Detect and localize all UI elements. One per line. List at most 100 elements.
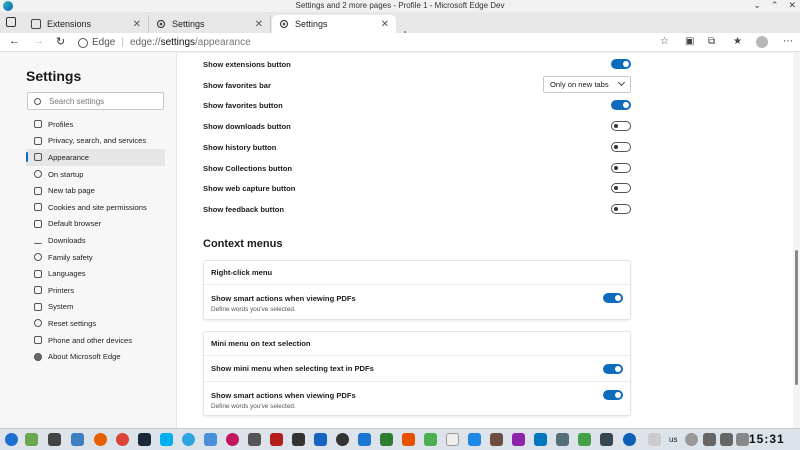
vscode-icon[interactable]	[314, 433, 327, 446]
toggle-extensions-button[interactable]	[611, 59, 631, 69]
profile-icon	[34, 120, 42, 129]
minimize-icon[interactable]: ⌄	[753, 0, 761, 11]
sidebar-item-label: Languages	[48, 269, 86, 279]
toggle-smart-actions-mini[interactable]	[603, 390, 623, 400]
game-icon[interactable]	[248, 433, 261, 446]
sidebar-item-family-safety[interactable]: Family safety	[26, 249, 165, 266]
document-icon[interactable]	[358, 433, 371, 446]
image-viewer-icon[interactable]	[25, 433, 38, 446]
remote-icon[interactable]	[534, 433, 547, 446]
close-icon[interactable]: ✕	[381, 19, 389, 30]
extensions-toolbar-icon[interactable]: ⧉	[708, 36, 715, 47]
tab-settings[interactable]: Settings ✕	[149, 15, 271, 33]
keyboard-layout[interactable]: us	[669, 435, 677, 444]
volume-icon[interactable]	[720, 433, 733, 446]
skype-icon[interactable]	[160, 433, 173, 446]
chrome-icon[interactable]	[116, 433, 129, 446]
settings-main: Show extensions button Show favorites ba…	[178, 53, 793, 428]
sidebar-item-languages[interactable]: Languages	[26, 265, 165, 282]
url-host: edge://	[129, 37, 161, 48]
updates-icon[interactable]	[685, 433, 698, 446]
setting-row-favorites-button: Show favorites button	[203, 96, 631, 114]
firefox-icon[interactable]	[94, 433, 107, 446]
tool-icon[interactable]	[292, 433, 305, 446]
forward-icon[interactable]: →	[33, 35, 44, 47]
clock[interactable]: 15:31	[749, 432, 785, 446]
more-icon[interactable]: ⋯	[783, 36, 793, 47]
sidebar-item-new-tab-page[interactable]: New tab page	[26, 182, 165, 199]
sidebar-item-phone[interactable]: Phone and other devices	[26, 332, 165, 349]
steam-icon[interactable]	[138, 433, 151, 446]
library-icon[interactable]	[490, 433, 503, 446]
network-icon[interactable]	[703, 433, 716, 446]
sidebar-item-cookies[interactable]: Cookies and site permissions	[26, 199, 165, 216]
tab-actions-icon[interactable]	[6, 17, 16, 27]
sidebar-item-system[interactable]: System	[26, 299, 165, 316]
close-icon[interactable]: ✕	[255, 19, 263, 30]
download-icon	[34, 236, 42, 245]
settings-app-icon[interactable]	[556, 433, 569, 446]
monitor-icon[interactable]	[578, 433, 591, 446]
notifications-icon[interactable]	[736, 433, 749, 446]
search-input[interactable]: Search settings	[27, 92, 164, 110]
telegram-icon[interactable]	[182, 433, 195, 446]
maximize-icon[interactable]: ⌃	[771, 0, 779, 11]
calendar-icon[interactable]	[468, 433, 481, 446]
toggle-feedback-button[interactable]	[611, 204, 631, 214]
refresh-icon[interactable]: ↻	[56, 35, 65, 48]
text-file-icon[interactable]	[446, 433, 459, 446]
toggle-smart-actions-right-click[interactable]	[603, 293, 623, 303]
app-icon[interactable]	[226, 433, 239, 446]
setting-description: Define words you've selected.	[211, 306, 296, 313]
spreadsheet-icon[interactable]	[380, 433, 393, 446]
draw-icon[interactable]	[424, 433, 437, 446]
card-header: Mini menu on text selection	[204, 332, 630, 356]
sidebar-item-about[interactable]: About Microsoft Edge	[26, 348, 165, 365]
close-icon[interactable]: ✕	[133, 19, 141, 30]
printer-icon	[34, 286, 42, 295]
toggle-web-capture-button[interactable]	[611, 183, 631, 193]
shield-icon[interactable]: ▣	[685, 36, 694, 47]
mini-menu-card: Mini menu on text selection Show mini me…	[203, 331, 631, 416]
family-icon	[34, 253, 42, 262]
edge-taskbar-icon[interactable]	[623, 433, 636, 446]
scrollbar-thumb[interactable]	[795, 250, 798, 385]
headphones-icon[interactable]	[336, 433, 349, 446]
context-menus-heading: Context menus	[203, 238, 283, 250]
sidebar-item-default-browser[interactable]: Default browser	[26, 216, 165, 233]
presentation-icon[interactable]	[402, 433, 415, 446]
toggle-downloads-button[interactable]	[611, 121, 631, 131]
avatar[interactable]	[756, 36, 768, 48]
toggle-collections-button[interactable]	[611, 163, 631, 173]
sidebar-item-reset-settings[interactable]: Reset settings	[26, 315, 165, 332]
tab-extensions[interactable]: Extensions ✕	[24, 15, 149, 33]
favorites-icon[interactable]: ★	[733, 36, 742, 47]
add-favorite-icon[interactable]: ☆	[660, 36, 669, 47]
sidebar-item-printers[interactable]: Printers	[26, 282, 165, 299]
address-bar: ← → ↻ Edge | edge:// settings /appearanc…	[0, 33, 800, 52]
taskbar: us 15:31	[0, 428, 800, 450]
media-icon[interactable]	[512, 433, 525, 446]
appearance-icon	[34, 153, 42, 162]
terminal-icon[interactable]	[48, 433, 61, 446]
console-icon[interactable]	[600, 433, 613, 446]
sidebar-item-privacy[interactable]: Privacy, search, and services	[26, 133, 165, 150]
bug-icon[interactable]	[270, 433, 283, 446]
toggle-history-button[interactable]	[611, 142, 631, 152]
toggle-favorites-button[interactable]	[611, 100, 631, 110]
favorites-bar-dropdown[interactable]: Only on new tabs	[543, 76, 631, 93]
start-menu-icon[interactable]	[5, 433, 18, 446]
sidebar-item-appearance[interactable]: Appearance	[26, 149, 165, 166]
sidebar-item-downloads[interactable]: Downloads	[26, 232, 165, 249]
file-manager-icon[interactable]	[71, 433, 84, 446]
url-field[interactable]: Edge | edge:// settings /appearance	[78, 35, 676, 50]
chat-icon[interactable]	[204, 433, 217, 446]
sidebar-item-on-startup[interactable]: On startup	[26, 166, 165, 183]
back-icon[interactable]: ←	[9, 35, 20, 47]
sidebar-item-profiles[interactable]: Profiles	[26, 116, 165, 133]
tab-settings-active[interactable]: Settings ✕	[272, 15, 396, 33]
close-icon[interactable]: ✕	[788, 0, 796, 11]
tray-icon[interactable]	[648, 433, 661, 446]
setting-row-downloads-button: Show downloads button	[203, 117, 631, 135]
toggle-mini-menu-pdfs[interactable]	[603, 364, 623, 374]
